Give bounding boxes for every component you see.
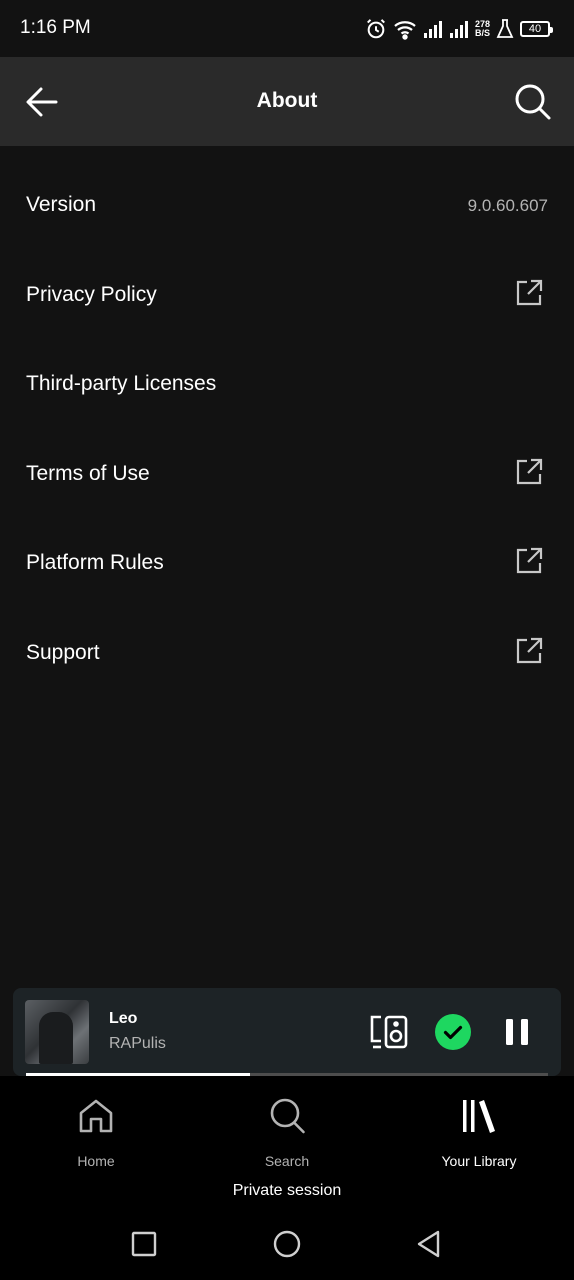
track-title: Leo	[109, 1010, 138, 1027]
external-link-icon	[516, 458, 543, 484]
row-version: Version 9.0.60.607	[0, 160, 574, 250]
privacy-policy-label: Privacy Policy	[26, 282, 157, 306]
status-icons: 278 B/S 40	[365, 14, 553, 44]
check-icon	[443, 1025, 463, 1040]
third-party-licenses-label: Third-party Licenses	[26, 372, 217, 395]
external-link-icon	[516, 547, 543, 574]
wifi-icon	[394, 21, 416, 40]
pause-icon[interactable]	[501, 1016, 533, 1048]
row-privacy-policy[interactable]: Privacy Policy	[0, 250, 574, 340]
search-icon	[270, 1098, 305, 1134]
tab-home[interactable]: Home	[36, 1096, 156, 1169]
terms-of-use-label: Terms of Use	[26, 461, 150, 485]
external-link-icon	[516, 637, 543, 663]
row-support[interactable]: Support	[0, 608, 574, 698]
home-button-icon[interactable]	[267, 1224, 307, 1264]
tab-search[interactable]: Search	[227, 1096, 347, 1169]
liked-button[interactable]	[435, 1014, 471, 1050]
app-bar: About	[0, 57, 574, 146]
row-third-party-licenses[interactable]: Third-party Licenses	[0, 339, 574, 429]
network-speed: 278 B/S	[475, 20, 490, 38]
tab-home-label: Home	[77, 1153, 115, 1169]
search-icon[interactable]	[512, 81, 552, 121]
flask-icon	[496, 19, 514, 38]
external-link-icon	[516, 279, 543, 305]
battery-icon: 40	[520, 21, 553, 37]
devices-icon[interactable]	[369, 1014, 409, 1050]
signal-icon	[423, 21, 442, 38]
status-time: 1:16 PM	[20, 17, 91, 38]
status-bar: 1:16 PM 278 B/S 40	[0, 0, 574, 57]
back-button-icon[interactable]	[409, 1224, 449, 1264]
row-platform-rules[interactable]: Platform Rules	[0, 518, 574, 608]
network-speed-unit: B/S	[474, 28, 490, 38]
tab-your-library[interactable]: Your Library	[419, 1096, 539, 1169]
mini-player[interactable]: Leo RAPulis	[13, 988, 561, 1076]
album-art	[25, 1000, 89, 1064]
private-session-label[interactable]: Private session	[0, 1182, 574, 1200]
row-terms-of-use[interactable]: Terms of Use	[0, 429, 574, 519]
recent-apps-icon[interactable]	[124, 1224, 164, 1264]
support-label: Support	[26, 640, 100, 664]
bottom-nav: Home Search Your Library Private session	[0, 1076, 574, 1280]
about-list: Version 9.0.60.607 Privacy Policy Third-…	[0, 160, 574, 697]
page-title: About	[256, 89, 318, 112]
alarm-icon	[367, 19, 385, 39]
version-label: Version	[26, 193, 97, 216]
library-icon	[463, 1100, 495, 1133]
version-value: 9.0.60.607	[467, 196, 548, 215]
home-icon	[79, 1099, 113, 1133]
platform-rules-label: Platform Rules	[26, 551, 164, 574]
tab-your-library-label: Your Library	[441, 1153, 517, 1169]
signal-icon	[449, 21, 468, 38]
track-artist: RAPulis	[109, 1035, 166, 1052]
tab-search-label: Search	[264, 1153, 310, 1169]
